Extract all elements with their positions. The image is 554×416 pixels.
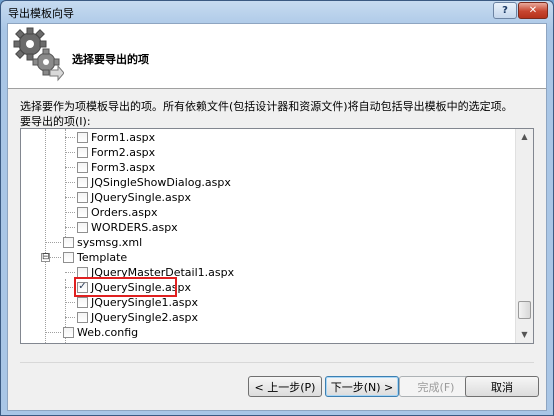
tree-item[interactable]: Web.config — [45, 324, 138, 340]
item-label: sysmsg.xml — [77, 235, 143, 249]
window-title: 导出模板向导 — [8, 7, 74, 20]
tree-item[interactable]: Form2.aspx — [65, 144, 155, 160]
scroll-up-icon[interactable]: ▲ — [517, 129, 532, 144]
item-label: Template — [77, 250, 128, 264]
item-checkbox[interactable] — [77, 266, 88, 278]
tree-item[interactable]: JQuerySingle2.aspx — [65, 309, 198, 325]
tree-scrollbar[interactable]: ▲ ▼ — [515, 129, 533, 343]
divider — [20, 362, 534, 363]
wizard-header: 选择要导出的项 — [8, 24, 546, 89]
tree-list: Form1.aspx Form2.aspx Form3.aspx JQSingl… — [21, 129, 517, 343]
item-label: Form3.aspx — [91, 160, 156, 174]
description-text: 选择要作为项模板导出的项。所有依赖文件(包括设计器和资源文件)将自动包括导出模板… — [20, 100, 513, 113]
item-checkbox[interactable] — [63, 236, 74, 248]
item-checkbox[interactable] — [77, 191, 88, 203]
item-label: JQSingleShowDialog.aspx — [91, 175, 231, 189]
item-label: JQuerySingle.aspx — [91, 190, 191, 204]
tree-item[interactable]: sysmsg.xml — [45, 234, 142, 250]
item-label: WORDERS.aspx — [91, 220, 178, 234]
help-icon: ? — [502, 5, 508, 16]
item-checkbox[interactable] — [77, 206, 88, 218]
wizard-content: 选择要导出的项 选择要作为项模板导出的项。所有依赖文件(包括设计器和资源文件)将… — [7, 23, 547, 411]
close-button[interactable]: ✕ — [518, 2, 548, 19]
tree-item[interactable]: Form1.aspx — [65, 129, 155, 145]
item-label: JQuerySingle2.aspx — [91, 310, 198, 324]
tree-item[interactable]: JQuerySingle.aspx — [65, 189, 191, 205]
tree-item[interactable]: WORDERS.aspx — [65, 219, 178, 235]
item-label: Orders.aspx — [91, 205, 158, 219]
tree-item[interactable]: Orders.aspx — [65, 204, 157, 220]
export-template-wizard-window: 导出模板向导 ? ✕ 选择要导出的项 选择要作为项模板导出的项。所有依赖文件(包… — [0, 0, 554, 416]
item-checkbox[interactable] — [63, 326, 74, 338]
item-checkbox[interactable] — [77, 176, 88, 188]
item-label: JQuerySingle1.aspx — [91, 295, 198, 309]
items-label: 要导出的项(I): — [20, 115, 91, 128]
scroll-thumb[interactable] — [518, 301, 531, 319]
items-tree[interactable]: Form1.aspx Form2.aspx Form3.aspx JQSingl… — [20, 128, 534, 344]
item-checkbox[interactable] — [77, 221, 88, 233]
next-button[interactable]: 下一步(N) > — [325, 376, 399, 397]
tree-item[interactable]: Form3.aspx — [65, 159, 155, 175]
finish-button[interactable]: 完成(F) — [399, 376, 473, 397]
item-label: Form2.aspx — [91, 145, 156, 159]
item-label: Form1.aspx — [91, 130, 156, 144]
collapse-icon[interactable]: ⊟ — [41, 253, 50, 262]
item-checkbox[interactable] — [77, 296, 88, 308]
tree-item[interactable]: JQuerySingle1.aspx — [65, 294, 198, 310]
back-button[interactable]: < 上一步(P) — [248, 376, 322, 397]
item-checkbox[interactable] — [77, 161, 88, 173]
cancel-button[interactable]: 取消 — [465, 376, 539, 397]
page-title: 选择要导出的项 — [72, 53, 149, 66]
close-icon: ✕ — [528, 5, 538, 16]
item-label: Web.config — [77, 325, 139, 339]
scroll-down-icon[interactable]: ▼ — [517, 327, 532, 342]
item-checkbox[interactable] — [77, 131, 88, 143]
gears-icon — [13, 27, 64, 82]
help-button[interactable]: ? — [493, 2, 517, 19]
tree-item[interactable]: JQSingleShowDialog.aspx — [65, 174, 231, 190]
item-checkbox[interactable] — [77, 311, 88, 323]
item-checkbox[interactable] — [77, 146, 88, 158]
title-bar: 导出模板向导 ? ✕ — [1, 1, 553, 23]
item-checkbox[interactable] — [63, 251, 74, 263]
tree-folder-template[interactable]: ⊟ Template — [41, 249, 128, 265]
